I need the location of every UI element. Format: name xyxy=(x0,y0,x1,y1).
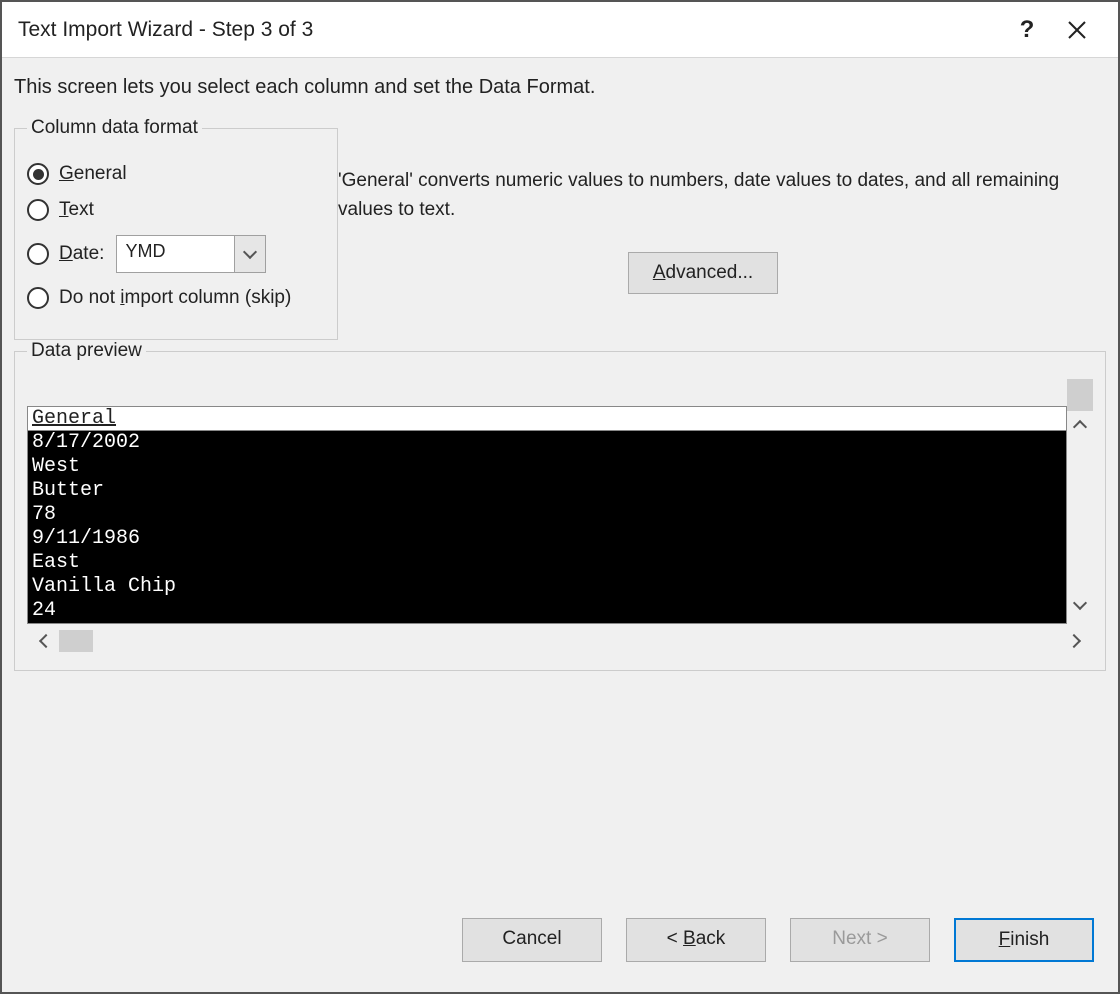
date-format-value: YMD xyxy=(117,236,235,272)
radio-date[interactable]: Date: YMD xyxy=(27,235,325,273)
description-pane: 'General' converts numeric values to num… xyxy=(338,117,1106,340)
dialog-title: Text Import Wizard - Step 3 of 3 xyxy=(18,18,1002,42)
options-row: Column data format General Text Date: YM… xyxy=(14,117,1106,340)
vertical-scrollbar[interactable] xyxy=(1067,406,1093,624)
preview-legend: Data preview xyxy=(27,340,146,362)
finish-button[interactable]: Finish xyxy=(954,918,1094,962)
horizontal-scrollbar[interactable] xyxy=(27,628,1093,654)
format-description: 'General' converts numeric values to num… xyxy=(338,167,1106,224)
scroll-up-icon xyxy=(1073,420,1087,434)
radio-icon xyxy=(27,199,49,221)
radio-skip[interactable]: Do not import column (skip) xyxy=(27,287,325,309)
scroll-right-icon xyxy=(1067,634,1081,648)
close-button[interactable] xyxy=(1052,2,1102,58)
radio-skip-label: Do not import column (skip) xyxy=(59,287,291,309)
help-button[interactable]: ? xyxy=(1002,2,1052,58)
scroll-thumb xyxy=(1067,379,1093,411)
chevron-down-icon xyxy=(235,236,265,272)
instruction-text: This screen lets you select each column … xyxy=(14,76,1106,99)
scroll-left-icon xyxy=(39,634,53,648)
radio-icon xyxy=(27,243,49,265)
radio-icon-selected xyxy=(27,163,49,185)
dialog-content: This screen lets you select each column … xyxy=(2,58,1118,992)
radio-icon xyxy=(27,287,49,309)
scroll-thumb xyxy=(59,630,93,652)
titlebar: Text Import Wizard - Step 3 of 3 ? xyxy=(2,2,1118,58)
data-preview-group: Data preview General 8/17/2002 West Butt… xyxy=(14,340,1106,671)
date-format-select[interactable]: YMD xyxy=(116,235,266,273)
preview-body: General 8/17/2002 West Butter 78 9/11/19… xyxy=(27,406,1093,624)
close-icon xyxy=(1068,21,1086,39)
radio-text[interactable]: Text xyxy=(27,199,325,221)
column-data-format-group: Column data format General Text Date: YM… xyxy=(14,117,338,340)
next-button: Next > xyxy=(790,918,930,962)
radio-date-label: Date: xyxy=(59,243,104,265)
preview-data: 8/17/2002 West Butter 78 9/11/1986 East … xyxy=(28,431,1066,623)
preview-wrap: General 8/17/2002 West Butter 78 9/11/19… xyxy=(27,406,1093,654)
format-group-legend: Column data format xyxy=(27,117,202,139)
preview-column[interactable]: General 8/17/2002 West Butter 78 9/11/19… xyxy=(27,406,1067,624)
radio-general[interactable]: General xyxy=(27,163,325,185)
dialog-button-row: Cancel < Back Next > Finish xyxy=(14,894,1106,980)
preview-column-header: General xyxy=(28,407,1066,431)
back-button[interactable]: < Back xyxy=(626,918,766,962)
cancel-button[interactable]: Cancel xyxy=(462,918,602,962)
radio-text-label: Text xyxy=(59,199,94,221)
dialog-window: Text Import Wizard - Step 3 of 3 ? This … xyxy=(0,0,1120,994)
radio-general-label: General xyxy=(59,163,127,185)
scroll-down-icon xyxy=(1073,596,1087,610)
advanced-button[interactable]: Advanced... xyxy=(628,252,778,294)
